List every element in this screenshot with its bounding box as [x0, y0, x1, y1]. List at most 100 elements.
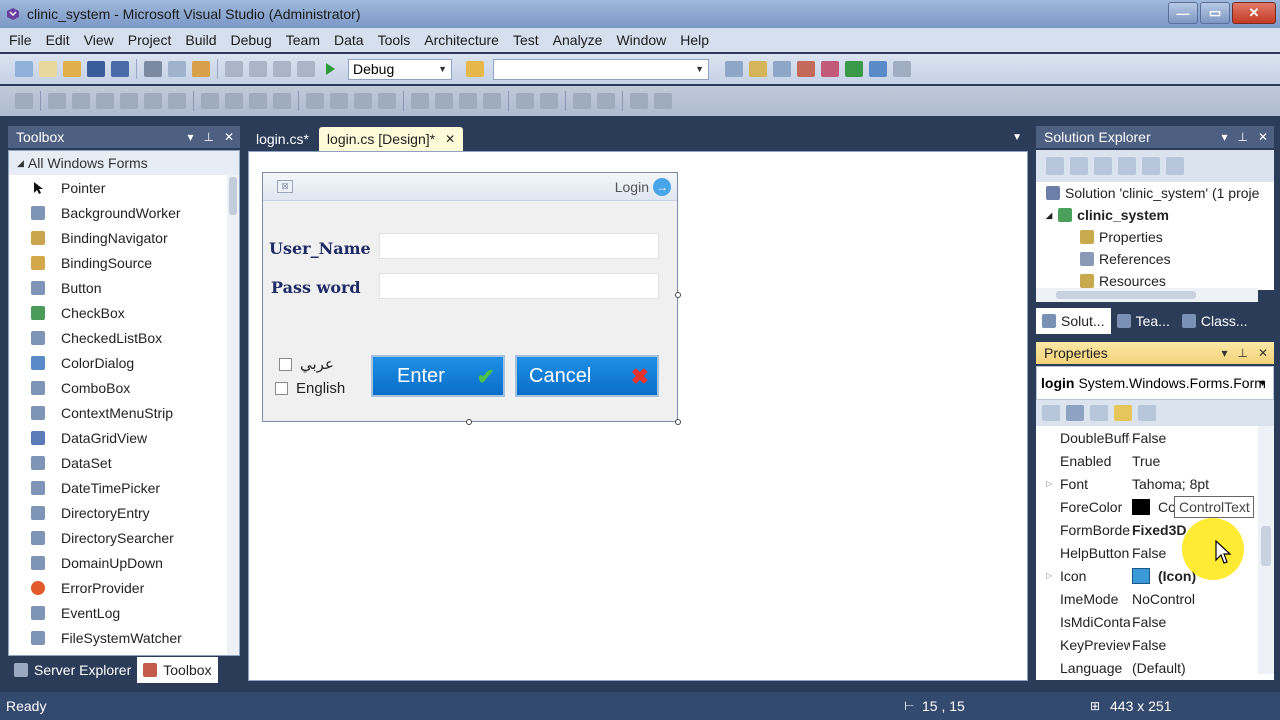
navigate-backward-icon[interactable] — [273, 61, 291, 77]
toolbox-item[interactable]: CheckedListBox — [9, 325, 239, 350]
menu-build[interactable]: Build — [178, 32, 223, 48]
property-row[interactable]: Enabled True — [1036, 449, 1258, 472]
resize-handle-corner[interactable] — [675, 419, 681, 425]
menu-window[interactable]: Window — [609, 32, 673, 48]
toolbox-item[interactable]: BindingNavigator — [9, 225, 239, 250]
tree-item-solution[interactable]: Solution 'clinic_system' (1 proje — [1036, 182, 1274, 204]
tree-item-references[interactable]: References — [1036, 248, 1274, 270]
new-project-icon[interactable] — [15, 61, 33, 77]
active-files-dropdown-icon[interactable]: ▼ — [1012, 132, 1022, 143]
window-position-icon[interactable]: ▾ — [187, 130, 193, 144]
tab-class-view[interactable]: Class... — [1176, 308, 1254, 334]
toolbox-item[interactable]: DirectorySearcher — [9, 525, 239, 550]
menu-project[interactable]: Project — [121, 32, 179, 48]
toolbox-item[interactable]: BindingSource — [9, 250, 239, 275]
maximize-button[interactable]: ▭ — [1200, 2, 1230, 24]
tab-login-design[interactable]: login.cs [Design]* ✕ — [318, 127, 464, 151]
property-grid-scrollbar[interactable] — [1258, 426, 1274, 674]
toolbox-item[interactable]: CheckBox — [9, 300, 239, 325]
toolbox-item[interactable]: DirectoryEntry — [9, 500, 239, 525]
categorized-icon[interactable] — [1042, 405, 1060, 421]
property-pages-icon[interactable] — [1138, 405, 1156, 421]
align-tops-icon[interactable] — [120, 93, 138, 109]
menu-edit[interactable]: Edit — [39, 32, 77, 48]
minimize-button[interactable]: — — [1168, 2, 1198, 24]
resize-handle-bottom[interactable] — [466, 419, 472, 425]
toolbox-item[interactable]: ContextMenuStrip — [9, 400, 239, 425]
toolbox-item[interactable]: BackgroundWorker — [9, 200, 239, 225]
decrease-vertical-spacing-icon[interactable] — [459, 93, 477, 109]
refresh-icon[interactable] — [1094, 157, 1112, 175]
tab-solution-explorer[interactable]: Solut... — [1036, 308, 1111, 334]
login-form-design[interactable]: ⊠ Login → User_Name Pass word عربي Engli… — [262, 172, 678, 422]
menu-data[interactable]: Data — [327, 32, 371, 48]
properties-view-icon[interactable] — [1090, 405, 1108, 421]
show-all-files-icon[interactable] — [1070, 157, 1088, 175]
toolbox-item[interactable]: Button — [9, 275, 239, 300]
horizontal-spacing-icon[interactable] — [306, 93, 324, 109]
toolbox-icon[interactable] — [797, 61, 815, 77]
password-textbox[interactable] — [379, 273, 659, 299]
arabic-checkbox[interactable]: عربي — [279, 355, 334, 373]
remove-vertical-spacing-icon[interactable] — [483, 93, 501, 109]
tree-item-project[interactable]: ◢ clinic_system — [1036, 204, 1274, 226]
pin-icon[interactable]: ⊥ — [203, 130, 213, 144]
property-row[interactable]: IsMdiContaineFalse — [1036, 610, 1258, 633]
pin-icon[interactable]: ⊥ — [1237, 130, 1247, 144]
make-same-width-icon[interactable] — [201, 93, 219, 109]
lock-controls-icon[interactable] — [654, 93, 672, 109]
center-vertically-icon[interactable] — [540, 93, 558, 109]
tab-login-cs[interactable]: login.cs* — [248, 127, 317, 151]
property-row[interactable]: Language (Default) — [1036, 656, 1258, 679]
paste-icon[interactable] — [192, 61, 210, 77]
property-row[interactable]: DoubleBuffereFalse — [1036, 426, 1258, 449]
help-icon[interactable]: → — [653, 177, 671, 196]
save-all-icon[interactable] — [111, 61, 129, 77]
align-to-grid-icon[interactable] — [15, 93, 33, 109]
find-combo[interactable]: ▼ — [493, 58, 709, 80]
make-same-height-icon[interactable] — [249, 93, 267, 109]
menu-view[interactable]: View — [77, 32, 121, 48]
toolbox-item[interactable]: ComboBox — [9, 375, 239, 400]
solution-tree-hscrollbar[interactable] — [1036, 288, 1258, 302]
view-code-icon[interactable] — [1118, 157, 1136, 175]
navigate-forward-icon[interactable] — [297, 61, 315, 77]
cancel-button[interactable]: Cancel ✖ — [515, 355, 659, 397]
property-row[interactable]: ▷ Font Tahoma; 8pt — [1036, 472, 1258, 495]
toolbox-item[interactable]: Pointer — [9, 175, 239, 200]
add-item-icon[interactable] — [39, 61, 57, 77]
enter-button[interactable]: Enter ✔ — [371, 355, 505, 397]
menu-test[interactable]: Test — [506, 32, 546, 48]
tab-team-explorer[interactable]: Tea... — [1111, 308, 1176, 334]
tab-order-icon[interactable] — [630, 93, 648, 109]
bring-to-front-icon[interactable] — [573, 93, 591, 109]
menu-debug[interactable]: Debug — [224, 32, 279, 48]
solution-explorer-icon[interactable] — [725, 61, 743, 77]
solution-configuration-dropdown[interactable]: Debug ▼ — [348, 58, 452, 80]
play-icon[interactable] — [321, 61, 339, 77]
scrollbar-thumb[interactable] — [229, 177, 237, 215]
align-lefts-icon[interactable] — [48, 93, 66, 109]
save-icon[interactable] — [87, 61, 105, 77]
toolbox-item[interactable]: DataGridView — [9, 425, 239, 450]
resize-handle-right[interactable] — [675, 292, 681, 298]
english-checkbox[interactable]: English — [275, 380, 345, 397]
object-browser-icon[interactable] — [773, 61, 791, 77]
properties-object-selector[interactable]: login System.Windows.Forms.Form ▼ — [1036, 366, 1274, 400]
tree-item-resources[interactable]: Resources — [1036, 270, 1274, 290]
toolbox-item[interactable]: DataSet — [9, 450, 239, 475]
cut-icon[interactable] — [144, 61, 162, 77]
toolbox-item[interactable]: ColorDialog — [9, 350, 239, 375]
increase-vertical-spacing-icon[interactable] — [435, 93, 453, 109]
menu-architecture[interactable]: Architecture — [417, 32, 506, 48]
find-in-files-icon[interactable] — [466, 61, 484, 77]
scrollbar-thumb[interactable] — [1056, 291, 1196, 299]
close-icon[interactable]: ✕ — [1258, 130, 1268, 144]
open-file-icon[interactable] — [63, 61, 81, 77]
toolbox-item[interactable]: EventLog — [9, 600, 239, 625]
increase-horizontal-spacing-icon[interactable] — [330, 93, 348, 109]
close-tab-icon[interactable]: ✕ — [445, 132, 455, 146]
close-icon[interactable]: ✕ — [224, 130, 234, 144]
window-position-icon[interactable]: ▾ — [1221, 130, 1227, 144]
tab-server-explorer[interactable]: Server Explorer — [8, 657, 137, 683]
